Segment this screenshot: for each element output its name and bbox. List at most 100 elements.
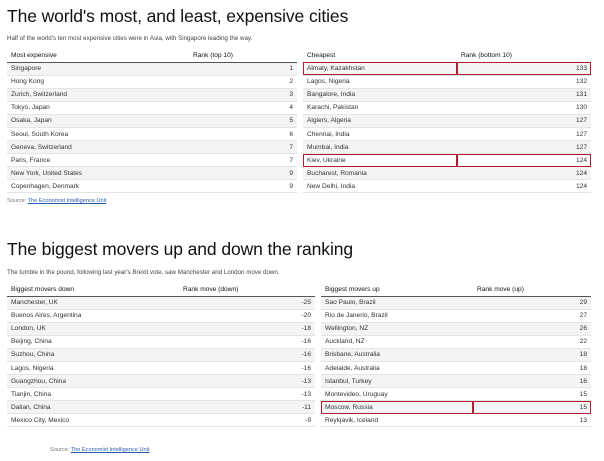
movers-table: Biggest movers down Rank move (down) Big… [7,283,591,428]
movers-table-container: Biggest movers down Rank move (down) Big… [7,283,591,428]
section1-subtitle: Half of the world's ten most expensive c… [7,35,253,42]
rank-cell: 132 [457,75,591,89]
source-label: Source: [50,447,70,453]
rank-cell: -9 [179,413,315,428]
table-header-row: Most expensive Rank (top 10) Cheapest Ra… [7,49,591,63]
rank-cell: 18 [473,348,591,362]
city-cell: Osaka, Japan [7,114,189,128]
city-cell: Algiers, Algeria [303,114,457,128]
header-rank-move-up: Rank move (up) [473,283,591,297]
city-cell: Istanbul, Turkey [321,374,473,389]
city-cell: Mumbai, India [303,140,457,155]
table-row: Osaka, Japan 5 Algiers, Algeria 127 [7,114,591,128]
city-cell: Guangzhou, China [7,374,179,389]
expensive-cities-table: Most expensive Rank (top 10) Cheapest Ra… [7,49,591,194]
rank-cell: 6 [189,127,297,142]
city-cell: Lagos, Nigeria [7,361,179,376]
header-most-expensive: Most expensive [7,49,189,63]
header-rank-move-down: Rank move (down) [179,283,315,297]
city-cell: Moscow, Russia [321,400,473,415]
rank-cell: 9 [189,179,297,194]
rank-cell: 9 [189,166,297,181]
rank-cell: -25 [179,296,315,310]
city-cell: Montevideo, Uruguay [321,387,473,402]
table-row: Dalian, China -11 Moscow, Russia 15 [7,400,591,415]
rank-cell: -20 [179,309,315,323]
rank-cell: 2 [189,75,297,89]
rank-cell: -16 [179,348,315,362]
table-row: Singapore 1 Almaty, Kazakhstan 133 [7,62,591,76]
section1-source: Source: The Economist Intelligence Unit [7,198,591,204]
source-link[interactable]: The Economist Intelligence Unit [28,198,107,204]
rank-cell: 5 [189,114,297,128]
city-cell: Kiev, Ukraine [303,153,457,168]
rank-cell: 131 [457,88,591,102]
city-cell: Adelaide, Australia [321,361,473,376]
city-cell: New Delhi, India [303,179,457,194]
rank-cell: 29 [473,296,591,310]
table-row: Suzhou, China -16 Brisbane, Australia 18 [7,348,591,362]
rank-cell: 15 [473,387,591,402]
rank-cell: 7 [189,140,297,155]
section2-source: Source: The Economist Intelligence Unit [50,447,149,453]
city-cell: Rio de Janerio, Brazil [321,309,473,323]
table-row: Tianjin, China -13 Montevideo, Uruguay 15 [7,387,591,402]
rank-cell: 133 [457,62,591,76]
table-row: Geneva, Switzerland 7 Mumbai, India 127 [7,140,591,155]
rank-cell: 127 [457,114,591,128]
table-row: Manchester, UK -25 Sao Paulo, Brazil 29 [7,296,591,310]
city-cell: Manchester, UK [7,296,179,310]
source-link[interactable]: The Economist Intelligence Unit [71,447,150,453]
rank-cell: -11 [179,400,315,415]
table-row: Hong Kong 2 Lagos, Nigeria 132 [7,75,591,89]
section1-title: The world's most, and least, expensive c… [7,6,349,26]
source-label: Source: [7,198,27,204]
rank-cell: 1 [189,62,297,76]
city-cell: Auckland, NZ [321,335,473,349]
rank-cell: -13 [179,374,315,389]
city-cell: Lagos, Nigeria [303,75,457,89]
rank-cell: 4 [189,101,297,115]
city-cell: Chennai, India [303,127,457,142]
table-row: Beijing, China -16 Auckland, NZ 22 [7,335,591,349]
city-cell: Hong Kong [7,75,189,89]
rank-cell: 127 [457,127,591,142]
section2-title: The biggest movers up and down the ranki… [7,239,354,259]
city-cell: Bucharest, Romania [303,166,457,181]
header-rank-bottom: Rank (bottom 10) [457,49,591,63]
city-cell: Paris, France [7,153,189,168]
rank-cell: 13 [473,413,591,428]
table-row: Tokyo, Japan 4 Karachi, Pakistan 130 [7,101,591,115]
city-cell: Wellington, NZ [321,322,473,336]
city-cell: Beijing, China [7,335,179,349]
city-cell: Zurich, Switzerland [7,88,189,102]
rank-cell: 124 [457,179,591,194]
rank-cell: -18 [179,322,315,336]
rank-cell: 124 [457,153,591,168]
city-cell: Seoul, South Korea [7,127,189,142]
rank-cell: 7 [189,153,297,168]
rank-cell: 18 [473,361,591,376]
city-cell: Karachi, Pakistan [303,101,457,115]
city-cell: Almaty, Kazakhstan [303,62,457,76]
city-cell: Brisbane, Australia [321,348,473,362]
rank-cell: 3 [189,88,297,102]
header-cheapest: Cheapest [303,49,457,63]
table-row: Seoul, South Korea 6 Chennai, India 127 [7,127,591,142]
header-rank-top: Rank (top 10) [189,49,297,63]
rank-cell: 130 [457,101,591,115]
city-cell: Geneva, Switzerland [7,140,189,155]
rank-cell: 15 [473,400,591,415]
city-cell: London, UK [7,322,179,336]
city-cell: Copenhagen, Denmark [7,179,189,194]
table-row: Zurich, Switzerland 3 Bangalore, India 131 [7,88,591,102]
city-cell: Tokyo, Japan [7,101,189,115]
rank-cell: -16 [179,335,315,349]
table-row: Paris, France 7 Kiev, Ukraine 124 [7,153,591,168]
table-header-row: Biggest movers down Rank move (down) Big… [7,283,591,297]
rank-cell: 16 [473,374,591,389]
city-cell: Buenos Aires, Argentina [7,309,179,323]
city-cell: Reykjavik, Iceland [321,413,473,428]
table-row: Lagos, Nigeria -16 Adelaide, Australia 18 [7,361,591,376]
city-cell: Tianjin, China [7,387,179,402]
